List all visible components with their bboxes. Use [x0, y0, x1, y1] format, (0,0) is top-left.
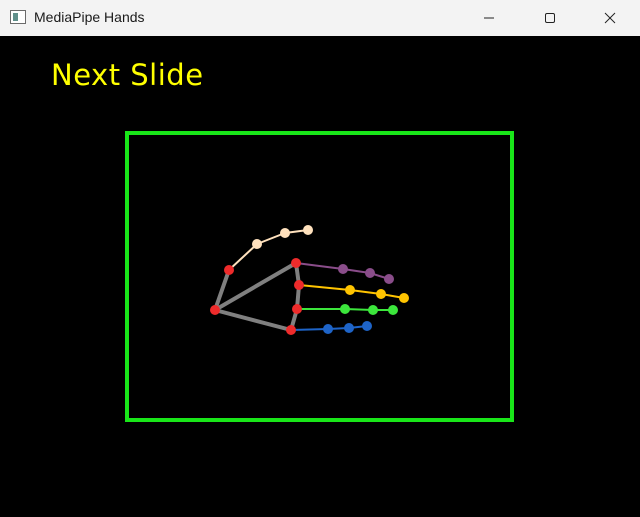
hand-connections: [213, 229, 405, 332]
connection-pinky_mcp-pinky_pip: [290, 328, 329, 331]
hand-tracking-overlay: [125, 131, 514, 422]
connection-thumb_cmc-thumb_mcp: [228, 243, 258, 271]
landmark-index_mcp: [291, 258, 301, 268]
title-bar[interactable]: MediaPipe Hands: [0, 0, 640, 36]
mediapipe-window: MediaPipe Hands Next Slide: [0, 0, 640, 517]
detection-box: [125, 131, 514, 422]
landmark-middle_dip: [376, 289, 386, 299]
window-title: MediaPipe Hands: [34, 9, 145, 25]
maximize-icon: [545, 13, 555, 23]
landmark-index_dip: [365, 268, 375, 278]
close-button[interactable]: [587, 0, 633, 36]
landmark-pinky_tip: [362, 321, 372, 331]
landmark-thumb_tip: [303, 225, 313, 235]
minimize-icon: [484, 17, 494, 19]
landmark-pinky_dip: [344, 323, 354, 333]
landmark-ring_mcp: [292, 304, 302, 314]
landmark-ring_dip: [368, 305, 378, 315]
gesture-label: Next Slide: [51, 58, 204, 92]
landmark-pinky_mcp: [286, 325, 296, 335]
maximize-button[interactable]: [527, 0, 573, 36]
connection-wrist-pinky_mcp: [213, 308, 293, 332]
landmark-pinky_pip: [323, 324, 333, 334]
minimize-button[interactable]: [466, 0, 512, 36]
landmark-index_tip: [384, 274, 394, 284]
landmark-wrist: [210, 305, 220, 315]
landmark-thumb_cmc: [224, 265, 234, 275]
landmark-middle_mcp: [294, 280, 304, 290]
connection-index_mcp-index_pip: [295, 262, 344, 270]
landmark-thumb_mcp: [252, 239, 262, 249]
app-window-icon: [10, 10, 26, 24]
landmark-ring_tip: [388, 305, 398, 315]
close-icon: [604, 12, 616, 24]
landmark-index_pip: [338, 264, 348, 274]
landmark-middle_pip: [345, 285, 355, 295]
landmark-ring_pip: [340, 304, 350, 314]
connection-middle_mcp-middle_pip: [298, 284, 351, 291]
landmark-thumb_ip: [280, 228, 290, 238]
landmark-middle_tip: [399, 293, 409, 303]
camera-feed: Next Slide: [0, 36, 640, 517]
